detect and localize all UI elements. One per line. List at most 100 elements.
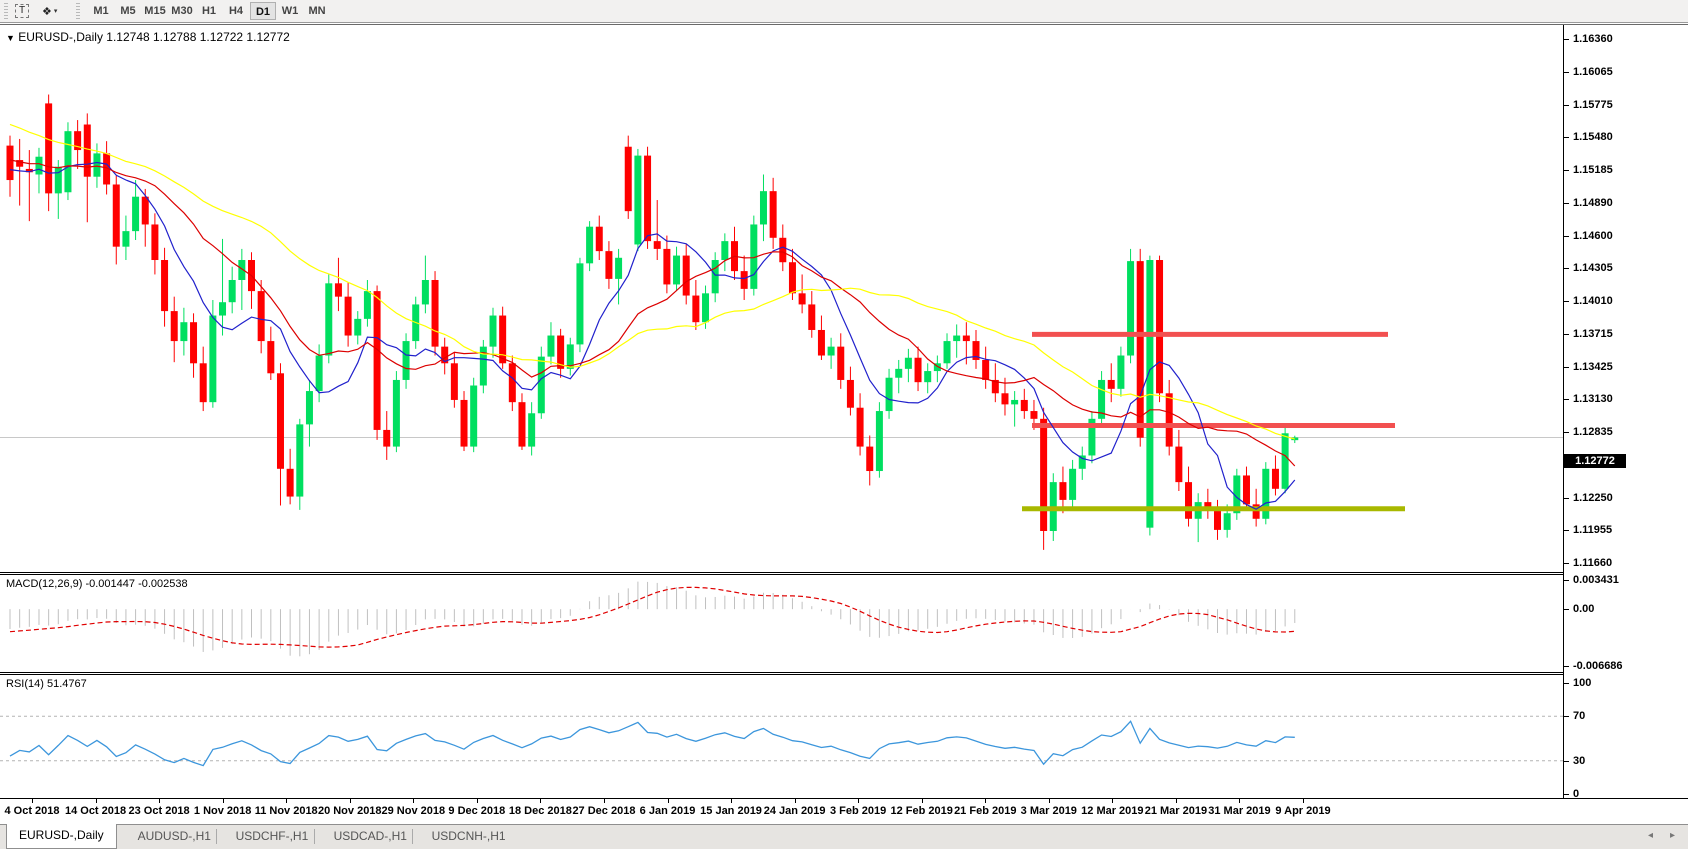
rsi-indicator-canvas[interactable] [0,675,1563,798]
date-tick [922,799,923,803]
symbol-period-label: EURUSD-,Daily [18,30,103,44]
price-axis-label: 1.12835 [1573,426,1613,438]
date-axis-label: 6 Jan 2019 [640,805,696,817]
date-tick [1176,799,1177,803]
date-axis-label: 21 Mar 2019 [1145,805,1207,817]
timeframe-button-w1[interactable]: W1 [277,2,303,20]
date-axis-label: 14 Oct 2018 [65,805,126,817]
date-tick [604,799,605,803]
indicator-axis-label: 70 [1573,710,1585,722]
date-tick [731,799,732,803]
date-axis-label: 12 Mar 2019 [1081,805,1143,817]
date-axis-label: 18 Dec 2018 [509,805,572,817]
date-axis-label: 23 Oct 2018 [129,805,190,817]
price-axis-label: 1.14305 [1573,262,1613,274]
date-axis[interactable]: 4 Oct 2018 14 Oct 201823 Oct 2018 1 Nov 20… [0,798,1688,824]
indicator-axis-label: 0.00 [1573,603,1594,615]
date-axis-label: 3 Mar 2019 [1021,805,1077,817]
date-axis-label: 31 Mar 2019 [1208,805,1270,817]
date-tick [350,799,351,803]
price-axis-label: 1.13425 [1573,361,1613,373]
date-axis-label: 24 Jan 2019 [764,805,826,817]
chart-tab-audusd-h1[interactable]: AUDUSD-,H1 [126,825,223,849]
chart-tab-usdcnh-h1[interactable]: USDCNH-,H1 [420,825,518,849]
ohlc-values-label: 1.12748 1.12788 1.12722 1.12772 [106,30,290,44]
price-axis-label: 1.11955 [1573,524,1612,536]
tab-scroll-left-icon[interactable]: ◂ [1648,830,1653,841]
date-tick [32,799,33,803]
indicator-axis-label: 30 [1573,755,1585,767]
price-axis-label: 1.13715 [1573,328,1613,340]
timeframe-button-d1[interactable]: D1 [250,2,276,20]
date-tick [223,799,224,803]
price-axis-label: 1.16065 [1573,66,1613,78]
toolbar-grip[interactable] [4,3,8,19]
timeframe-button-mn[interactable]: MN [304,2,330,20]
tab-scroll-right-icon[interactable]: ▸ [1670,830,1675,841]
price-axis-label: 1.15775 [1573,99,1613,111]
timeframe-button-m15[interactable]: M15 [142,2,168,20]
date-axis-label: 20 Nov 2018 [318,805,382,817]
timeframe-button-m30[interactable]: M30 [169,2,195,20]
current-price-tag: 1.12772 [1564,454,1626,468]
indicator-axis-label: 0.003431 [1573,574,1619,586]
date-axis-label: 11 Nov 2018 [255,805,318,817]
date-axis-label: 21 Feb 2019 [954,805,1016,817]
toolbar-grip[interactable] [76,3,80,19]
macd-indicator-canvas[interactable] [0,575,1563,672]
price-axis-label: 1.11660 [1573,557,1612,569]
chart-tab-usdcad-h1[interactable]: USDCAD-,H1 [322,825,419,849]
price-axis-label: 1.13130 [1573,393,1613,405]
macd-label: MACD(12,26,9) -0.001447 -0.002538 [6,578,188,590]
date-tick [795,799,796,803]
pointer-tools-button[interactable]: ❖ ▾ [36,2,63,20]
pointer-tools-icon: ❖ [42,5,52,18]
chart-tab-bar: EURUSD-,Daily AUDUSD-,H1USDCHF-,H1USDCAD-… [0,824,1688,849]
tab-separator [314,829,315,844]
date-tick [668,799,669,803]
timeframe-button-m5[interactable]: M5 [115,2,141,20]
date-tick [1303,799,1304,803]
price-axis-label: 1.14890 [1573,197,1613,209]
price-axis-label: 1.15185 [1573,164,1613,176]
top-toolbar: T ❖ ▾ M1M5M15M30H1H4D1W1MN [0,0,1688,23]
date-axis-label: 1 Nov 2018 [194,805,251,817]
timeframe-button-h1[interactable]: H1 [196,2,222,20]
timeframe-button-h4[interactable]: H4 [223,2,249,20]
chevron-down-icon: ▾ [54,7,58,15]
date-axis-label: 12 Feb 2019 [891,805,953,817]
chart-tab-eurusd-daily[interactable]: EURUSD-,Daily [6,824,117,849]
text-label-tool-button[interactable]: T [10,2,34,20]
date-axis-label: 4 Oct 2018 [4,805,59,817]
date-tick [858,799,859,803]
date-axis-label: 27 Dec 2018 [572,805,635,817]
date-tick [159,799,160,803]
date-axis-label: 29 Nov 2018 [381,805,445,817]
date-tick [985,799,986,803]
date-tick [540,799,541,803]
collapse-chart-icon[interactable]: ▼ [6,33,15,43]
price-axis[interactable]: 1.16360 1.16065 1.15775 1.15480 1.15185 1.148… [1563,25,1688,798]
indicator-axis-label: 100 [1573,677,1591,689]
main-chart-canvas[interactable] [0,25,1563,572]
rsi-label: RSI(14) 51.4767 [6,678,87,690]
date-axis-label: 15 Jan 2019 [700,805,762,817]
date-axis-label: 3 Feb 2019 [830,805,886,817]
date-tick [286,799,287,803]
chart-tab-usdchf-h1[interactable]: USDCHF-,H1 [224,825,321,849]
date-tick [413,799,414,803]
date-tick [477,799,478,803]
chart-title: ▼ EURUSD-,Daily 1.12748 1.12788 1.12722 … [6,30,290,44]
date-tick [96,799,97,803]
date-tick [1239,799,1240,803]
indicator-axis-label: -0.006686 [1573,660,1623,672]
price-axis-label: 1.14010 [1573,295,1613,307]
price-axis-label: 1.14600 [1573,230,1613,242]
price-axis-label: 1.15480 [1573,131,1613,143]
price-axis-label: 1.16360 [1573,33,1613,45]
timeframe-button-m1[interactable]: M1 [88,2,114,20]
date-axis-label: 9 Apr 2019 [1275,805,1330,817]
price-axis-label: 1.12250 [1573,492,1613,504]
tab-separator [216,829,217,844]
chart-window: ▼ EURUSD-,Daily 1.12748 1.12788 1.12722 … [0,24,1688,848]
